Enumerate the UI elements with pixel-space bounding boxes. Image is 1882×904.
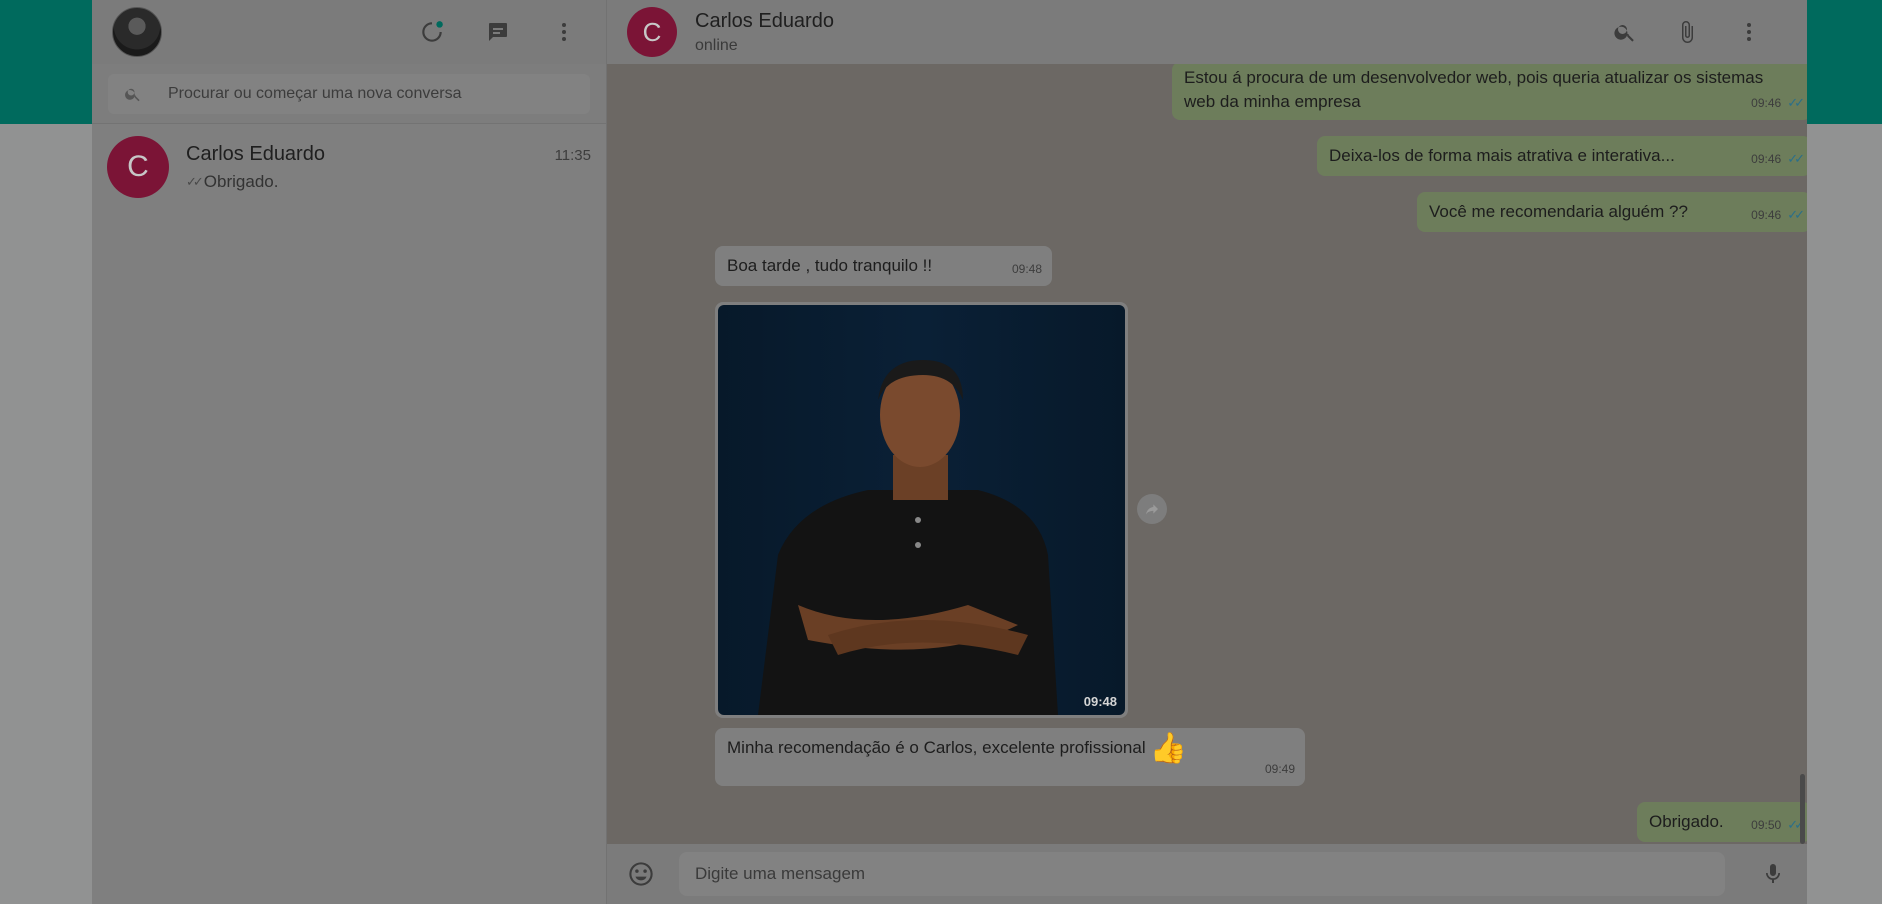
contact-title[interactable]: Carlos Eduardo online <box>695 10 834 55</box>
chat-name: Carlos Eduardo <box>186 142 325 165</box>
contact-avatar: C <box>107 136 169 198</box>
read-ticks-icon: ✓✓ <box>1787 95 1805 110</box>
mic-icon[interactable] <box>1759 860 1787 888</box>
contact-avatar[interactable]: C <box>627 7 677 57</box>
read-ticks-icon: ✓✓ <box>1787 207 1805 222</box>
sidebar-header <box>92 0 606 64</box>
message-bubble[interactable]: Obrigado. 09:50 ✓✓ <box>1637 802 1807 842</box>
image-message[interactable]: 09:48 <box>715 302 1128 718</box>
search-icon <box>125 88 140 102</box>
search-bar <box>92 64 606 124</box>
menu-dots-icon[interactable] <box>1735 18 1763 46</box>
emoji-icon[interactable] <box>627 860 655 888</box>
message-time: 09:46 <box>1751 208 1782 222</box>
conversation-actions <box>1611 18 1787 46</box>
search-box[interactable] <box>108 74 590 114</box>
profile-photo[interactable]: 09:48 <box>718 305 1125 715</box>
chat-row-bottom: ✓✓ Obrigado. <box>186 172 591 192</box>
read-ticks-icon: ✓✓ <box>1787 817 1805 832</box>
chat-preview: Obrigado. <box>203 171 279 191</box>
message-time: 09:50 <box>1751 818 1782 832</box>
chat-list-item[interactable]: C Carlos Eduardo 11:35 ✓✓ Obrigado. <box>92 124 606 210</box>
read-ticks-icon: ✓✓ <box>186 173 204 189</box>
message-time: 09:49 <box>1264 762 1295 776</box>
message-text: Estou á procura de um desenvolvedor web,… <box>1184 68 1764 111</box>
message-bubble[interactable]: Minha recomendação é o Carlos, excelente… <box>715 728 1305 786</box>
scrollbar[interactable] <box>1800 774 1805 844</box>
search-input[interactable] <box>168 85 568 103</box>
contact-status: online <box>695 36 738 54</box>
message-composer <box>607 844 1807 904</box>
message-meta: 09:46 ✓✓ <box>1751 147 1805 171</box>
message-meta: 09:48 <box>1012 257 1042 281</box>
message-bubble[interactable]: Deixa-los de forma mais atrativa e inter… <box>1317 136 1807 176</box>
message-time: 09:48 <box>1011 262 1042 276</box>
message-time: 09:46 <box>1751 96 1782 110</box>
search-icon[interactable] <box>1611 18 1639 46</box>
message-text: Boa tarde , tudo tranquilo !! <box>727 256 933 275</box>
message-time: 09:48 <box>1083 694 1117 709</box>
message-time: 09:46 <box>1751 152 1782 166</box>
message-list[interactable]: Estou á procura de um desenvolvedor web,… <box>607 64 1807 844</box>
status-icon[interactable] <box>418 18 446 46</box>
menu-dots-icon[interactable] <box>550 18 578 46</box>
message-text: Você me recomendaria alguém ?? <box>1429 202 1688 221</box>
message-bubble[interactable]: Você me recomendaria alguém ?? 09:46 ✓✓ <box>1417 192 1807 232</box>
message-text: Minha recomendação é o Carlos, excelente… <box>727 738 1146 757</box>
sidebar-actions <box>418 18 586 46</box>
conversation-panel: C Carlos Eduardo online Estou á procura … <box>607 0 1807 904</box>
message-input[interactable] <box>679 852 1725 896</box>
read-ticks-icon: ✓✓ <box>1787 151 1805 166</box>
message-bubble[interactable]: Boa tarde , tudo tranquilo !! 09:48 <box>715 246 1052 286</box>
whatsapp-app: C Carlos Eduardo 11:35 ✓✓ Obrigado. C Ca… <box>92 0 1807 904</box>
chat-time: 11:35 <box>554 146 591 164</box>
message-meta: 09:50 ✓✓ <box>1751 813 1805 837</box>
forward-icon[interactable] <box>1137 494 1167 524</box>
message-text: Obrigado. <box>1649 812 1724 831</box>
paperclip-icon[interactable] <box>1673 18 1701 46</box>
chat-info: Carlos Eduardo 11:35 ✓✓ Obrigado. <box>186 143 591 192</box>
contact-name: Carlos Eduardo <box>695 9 834 32</box>
message-bubble[interactable]: Estou á procura de um desenvolvedor web,… <box>1172 64 1807 120</box>
message-meta: 09:46 ✓✓ <box>1751 91 1805 115</box>
new-chat-icon[interactable] <box>484 18 512 46</box>
chat-row-top: Carlos Eduardo 11:35 <box>186 143 591 166</box>
thumbs-up-emoji: 👍 <box>1149 731 1187 765</box>
conversation-header: C Carlos Eduardo online <box>607 0 1807 64</box>
message-text: Deixa-los de forma mais atrativa e inter… <box>1329 146 1675 165</box>
sidebar: C Carlos Eduardo 11:35 ✓✓ Obrigado. <box>92 0 607 904</box>
user-avatar[interactable] <box>112 7 162 57</box>
message-meta: 09:49 <box>1265 757 1295 781</box>
message-meta: 09:46 ✓✓ <box>1751 203 1805 227</box>
